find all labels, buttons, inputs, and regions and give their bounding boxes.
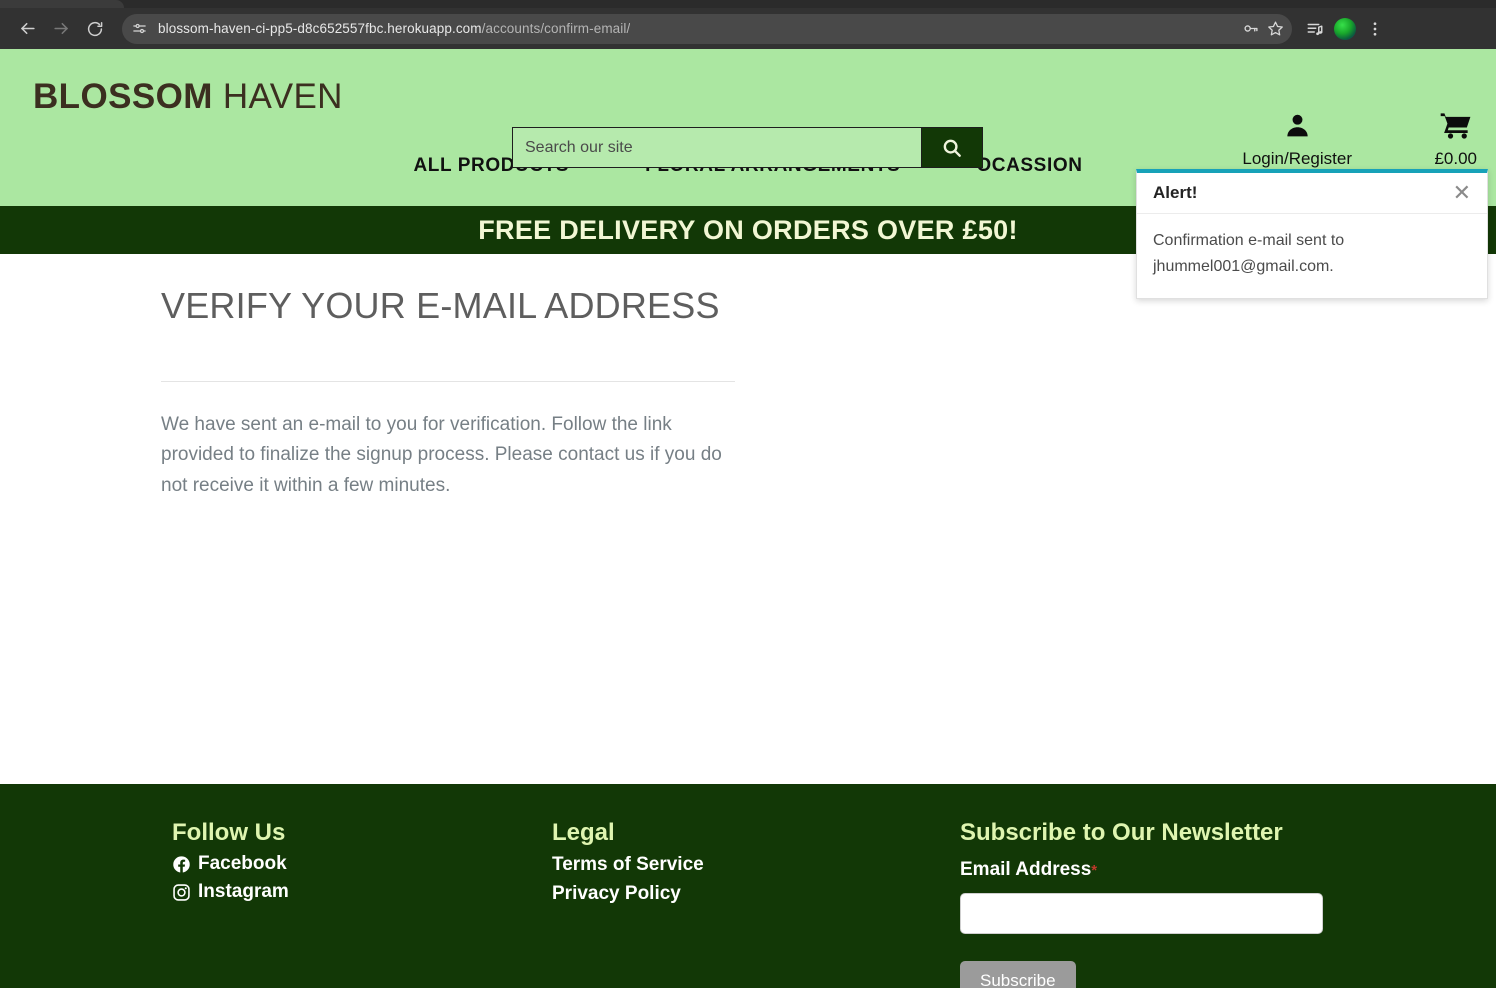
footer-link-facebook[interactable]: Facebook <box>172 853 289 875</box>
alert-toast: Alert! ✕ Confirmation e-mail sent to jhu… <box>1136 169 1488 299</box>
search-input[interactable] <box>512 127 921 168</box>
browser-toolbar: blossom-haven-ci-pp5-d8c652557fbc.heroku… <box>0 8 1496 49</box>
main-content: VERIFY YOUR E-MAIL ADDRESS We have sent … <box>0 254 1496 784</box>
footer-column-follow-us: Follow Us Facebook Instagram <box>172 819 289 903</box>
footer-column-legal: Legal Terms of Service Privacy Policy <box>552 819 704 905</box>
close-icon[interactable]: ✕ <box>1451 182 1473 204</box>
facebook-icon <box>172 855 191 874</box>
instagram-icon <box>172 883 191 902</box>
bookmark-star-icon[interactable] <box>1267 20 1284 37</box>
search-icon <box>941 137 963 159</box>
cart-total: £0.00 <box>1434 149 1477 168</box>
free-delivery-text: FREE DELIVERY ON ORDERS OVER £50! <box>478 214 1018 245</box>
alert-message: Confirmation e-mail sent to jhummel001@g… <box>1153 232 1345 275</box>
url-text: blossom-haven-ci-pp5-d8c652557fbc.heroku… <box>158 21 630 36</box>
account-link[interactable]: Login/Register <box>1242 111 1352 169</box>
profile-avatar[interactable] <box>1334 17 1356 40</box>
toolbar-right-actions <box>1306 17 1384 40</box>
url-host: blossom-haven-ci-pp5-d8c652557fbc.heroku… <box>158 21 482 36</box>
password-key-icon[interactable] <box>1242 20 1259 37</box>
verification-instructions: We have sent an e-mail to you for verifi… <box>161 413 722 497</box>
alert-header: Alert! ✕ <box>1137 173 1487 214</box>
alert-title: Alert! <box>1153 183 1198 202</box>
footer-link-privacy-policy[interactable]: Privacy Policy <box>552 883 704 905</box>
site-footer: Follow Us Facebook Instagram Legal Terms… <box>0 784 1496 988</box>
shopping-cart-icon <box>1440 111 1472 145</box>
footer-link-instagram[interactable]: Instagram <box>172 881 289 903</box>
footer-column-newsletter: Subscribe to Our Newsletter Email Addres… <box>960 819 1323 988</box>
page-title: VERIFY YOUR E-MAIL ADDRESS <box>161 285 720 326</box>
newsletter-email-input[interactable] <box>960 893 1323 934</box>
media-list-icon[interactable] <box>1306 20 1324 38</box>
brand-logo-light: HAVEN <box>222 77 343 116</box>
subscribe-button[interactable]: Subscribe <box>960 961 1076 988</box>
cart-link[interactable]: £0.00 <box>1434 111 1477 169</box>
footer-heading-newsletter: Subscribe to Our Newsletter <box>960 819 1283 846</box>
user-account-icon <box>1283 111 1312 145</box>
url-path: /accounts/confirm-email/ <box>481 21 631 36</box>
newsletter-email-label: Email Address* <box>960 859 1323 881</box>
title-divider <box>161 380 735 382</box>
site-search-form <box>512 127 983 168</box>
three-dot-menu-icon[interactable] <box>1366 20 1384 38</box>
reload-icon[interactable] <box>80 14 110 44</box>
footer-link-label: Facebook <box>198 853 287 874</box>
account-label: Login/Register <box>1242 149 1352 168</box>
brand-logo[interactable]: BLOSSOM HAVEN <box>33 77 343 117</box>
brand-logo-strong: BLOSSOM <box>33 77 213 116</box>
newsletter-email-label-text: Email Address <box>960 859 1092 880</box>
forward-arrow-icon[interactable] <box>46 14 76 44</box>
footer-link-label: Instagram <box>198 881 289 902</box>
site-header: BLOSSOM HAVEN Login/Register <box>0 49 1496 299</box>
footer-heading-legal: Legal <box>552 819 615 846</box>
browser-chrome: blossom-haven-ci-pp5-d8c652557fbc.heroku… <box>0 0 1496 49</box>
footer-heading-follow-us: Follow Us <box>172 819 286 846</box>
browser-tab-strip[interactable] <box>0 0 1496 8</box>
search-submit-button[interactable] <box>921 127 983 168</box>
footer-link-terms-of-service[interactable]: Terms of Service <box>552 854 704 876</box>
required-asterisk: * <box>1091 862 1098 879</box>
header-top-row: BLOSSOM HAVEN Login/Register <box>0 49 1496 168</box>
site-settings-icon[interactable] <box>126 16 152 42</box>
back-arrow-icon[interactable] <box>12 14 42 44</box>
address-bar[interactable]: blossom-haven-ci-pp5-d8c652557fbc.heroku… <box>122 13 1292 44</box>
omnibox-actions <box>1242 20 1286 37</box>
